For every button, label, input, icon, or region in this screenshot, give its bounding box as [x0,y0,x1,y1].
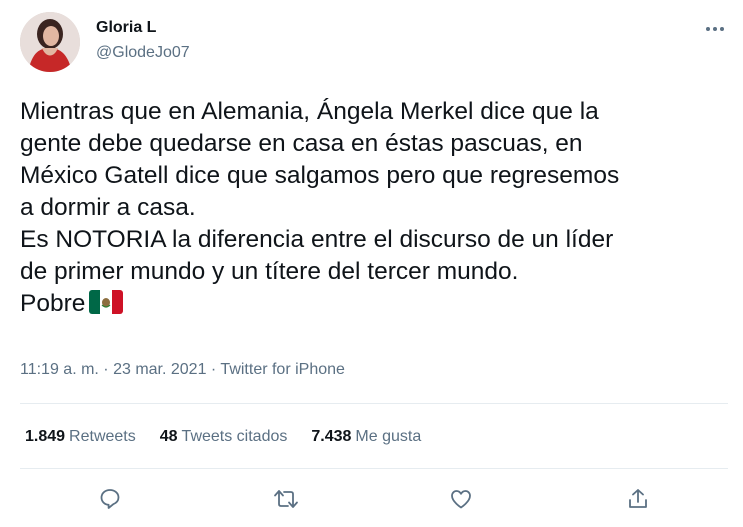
tweet-source[interactable]: Twitter for iPhone [220,361,345,378]
divider [20,403,728,404]
likes-count: 7.438 [311,428,352,445]
mexico-flag-icon [89,290,124,323]
likes-stat[interactable]: 7.438 Me gusta [311,428,421,446]
meta-separator: · [98,361,114,378]
tweet-text-line: de primer mundo y un títere del tercer m… [20,258,519,285]
tweet-meta: 11:19 a. m. · 23 mar. 2021 · Twitter for… [20,361,345,379]
retweets-stat[interactable]: 1.849 Retweets [25,428,136,446]
meta-separator: · [206,361,221,378]
tweet-time[interactable]: 11:19 a. m. [20,361,99,378]
reply-icon[interactable] [96,486,124,512]
retweets-label: Retweets [69,428,136,445]
tweet-actions [0,486,743,512]
tweet-text: Mientras que en Alemania, Ángela Merkel … [20,96,730,323]
tweet-date[interactable]: 23 mar. 2021 [113,361,206,378]
retweet-icon[interactable] [272,486,300,512]
tweet-text-last-line: Pobre [20,288,730,323]
tweet-text-line: a dormir a casa. [20,194,196,221]
retweets-count: 1.849 [25,428,66,445]
avatar[interactable] [20,12,80,72]
tweet-card: Gloria L @GlodeJo07 Mientras que en Alem… [0,0,743,527]
tweet-stats: 1.849 Retweets 48 Tweets citados 7.438 Me g… [25,428,445,446]
share-icon[interactable] [624,486,652,512]
tweet-text-line: Es NOTORIA la diferencia entre el discur… [20,226,614,253]
tweet-text-line: Mientras que en Alemania, Ángela Merkel … [20,98,599,125]
user-handle[interactable]: @GlodeJo07 [96,44,190,62]
quotes-label: Tweets citados [181,428,288,445]
quotes-stat[interactable]: 48 Tweets citados [160,428,288,446]
quotes-count: 48 [159,428,178,445]
likes-label: Me gusta [355,428,422,445]
display-name[interactable]: Gloria L [96,19,156,37]
more-icon[interactable] [700,14,730,44]
tweet-text-line: México Gatell dice que salgamos pero que… [20,162,620,189]
tweet-text-line: Pobre [20,290,86,317]
tweet-text-line: gente debe quedarse en casa en éstas pas… [20,130,583,157]
like-icon[interactable] [447,486,475,512]
divider [20,468,728,469]
